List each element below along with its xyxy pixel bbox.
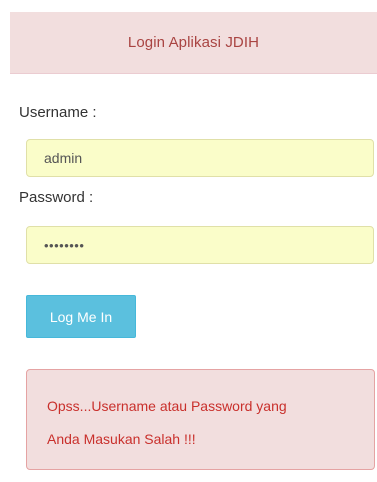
error-message-line-1: Opss...Username atau Password yang	[47, 398, 287, 414]
error-alert: Opss...Username atau Password yang Anda …	[26, 369, 375, 470]
login-header: Login Aplikasi JDIH	[10, 12, 377, 74]
username-label: Username :	[19, 104, 97, 121]
username-field[interactable]	[26, 139, 374, 177]
password-label: Password :	[19, 189, 94, 206]
error-message-line-2: Anda Masukan Salah !!!	[47, 431, 196, 447]
login-button[interactable]: Log Me In	[26, 295, 136, 338]
password-field[interactable]	[26, 226, 374, 264]
page-title: Login Aplikasi JDIH	[127, 34, 260, 51]
login-page: Login Aplikasi JDIH Username : Password …	[0, 0, 377, 482]
